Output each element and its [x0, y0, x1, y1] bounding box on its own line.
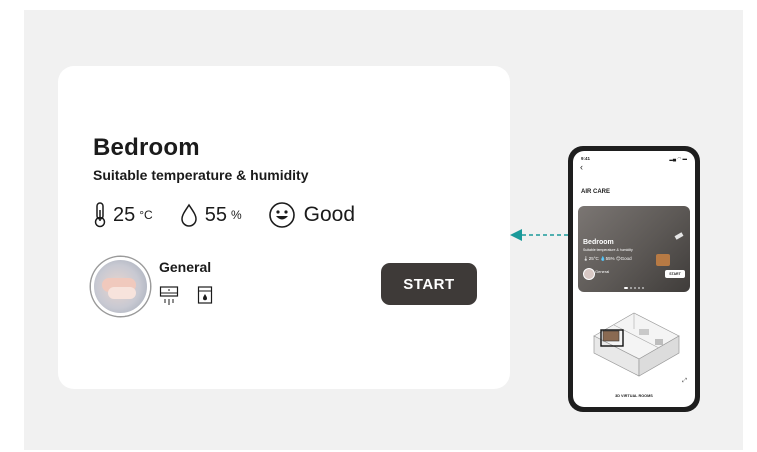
- stats-row: 25 °C 55 % Good: [93, 200, 381, 230]
- thermometer-icon: [94, 202, 106, 228]
- humidifier-icon: [197, 286, 213, 304]
- mini-start-button[interactable]: START: [665, 270, 685, 278]
- back-icon[interactable]: ‹: [580, 162, 583, 172]
- smiley-icon: [268, 202, 295, 228]
- mini-stats: 🌡25°C 💧55% 😊Good: [583, 256, 632, 261]
- virtual-room-illustration[interactable]: [579, 301, 689, 386]
- room-card: Bedroom Suitable temperature & humidity …: [58, 66, 510, 389]
- screen-title: AIR CARE: [581, 189, 611, 195]
- mini-mode-name: General: [595, 269, 610, 274]
- ac-unit-icon: [159, 286, 179, 305]
- arrow-connector: [510, 229, 572, 241]
- mini-room-card[interactable]: Bedroom Suitable temperature & humidity …: [578, 206, 690, 292]
- phone-screen: 9:41 ▂▄ ◠ ▬ ‹ AIR CARE Bedroom Suitable …: [573, 151, 695, 407]
- mode-avatar[interactable]: [91, 257, 150, 316]
- status-time: 9:41: [581, 156, 591, 161]
- start-button[interactable]: START: [381, 263, 477, 305]
- temperature-unit: °C: [139, 208, 153, 222]
- screen-footer-label: 3D VIRTUAL ROOMS: [615, 394, 653, 398]
- expand-icon[interactable]: ⤢: [682, 378, 687, 385]
- air-quality-label: Good: [303, 203, 356, 226]
- carousel-dots[interactable]: [624, 287, 644, 289]
- room-subtitle: Suitable temperature & humidity: [93, 167, 309, 183]
- humidity-stat: 55 %: [179, 203, 242, 227]
- water-drop-icon: [180, 203, 197, 227]
- humidity-value: 55: [204, 203, 227, 226]
- humidity-unit: %: [230, 208, 242, 222]
- temperature-value: 25: [113, 203, 136, 226]
- mini-avatar: [583, 268, 595, 280]
- air-quality-stat: Good: [268, 201, 355, 229]
- mode-name: General: [159, 259, 212, 275]
- temperature-stat: 25 °C: [93, 202, 153, 228]
- phone-mockup: 9:41 ▂▄ ◠ ▬ ‹ AIR CARE Bedroom Suitable …: [568, 146, 700, 412]
- room-title: Bedroom: [93, 134, 200, 161]
- mini-room-subtitle: Suitable temperature & humidity: [583, 248, 633, 252]
- mode-icons: [159, 285, 213, 307]
- status-icons: ▂▄ ◠ ▬: [669, 156, 687, 161]
- mini-room-title: Bedroom: [583, 239, 614, 246]
